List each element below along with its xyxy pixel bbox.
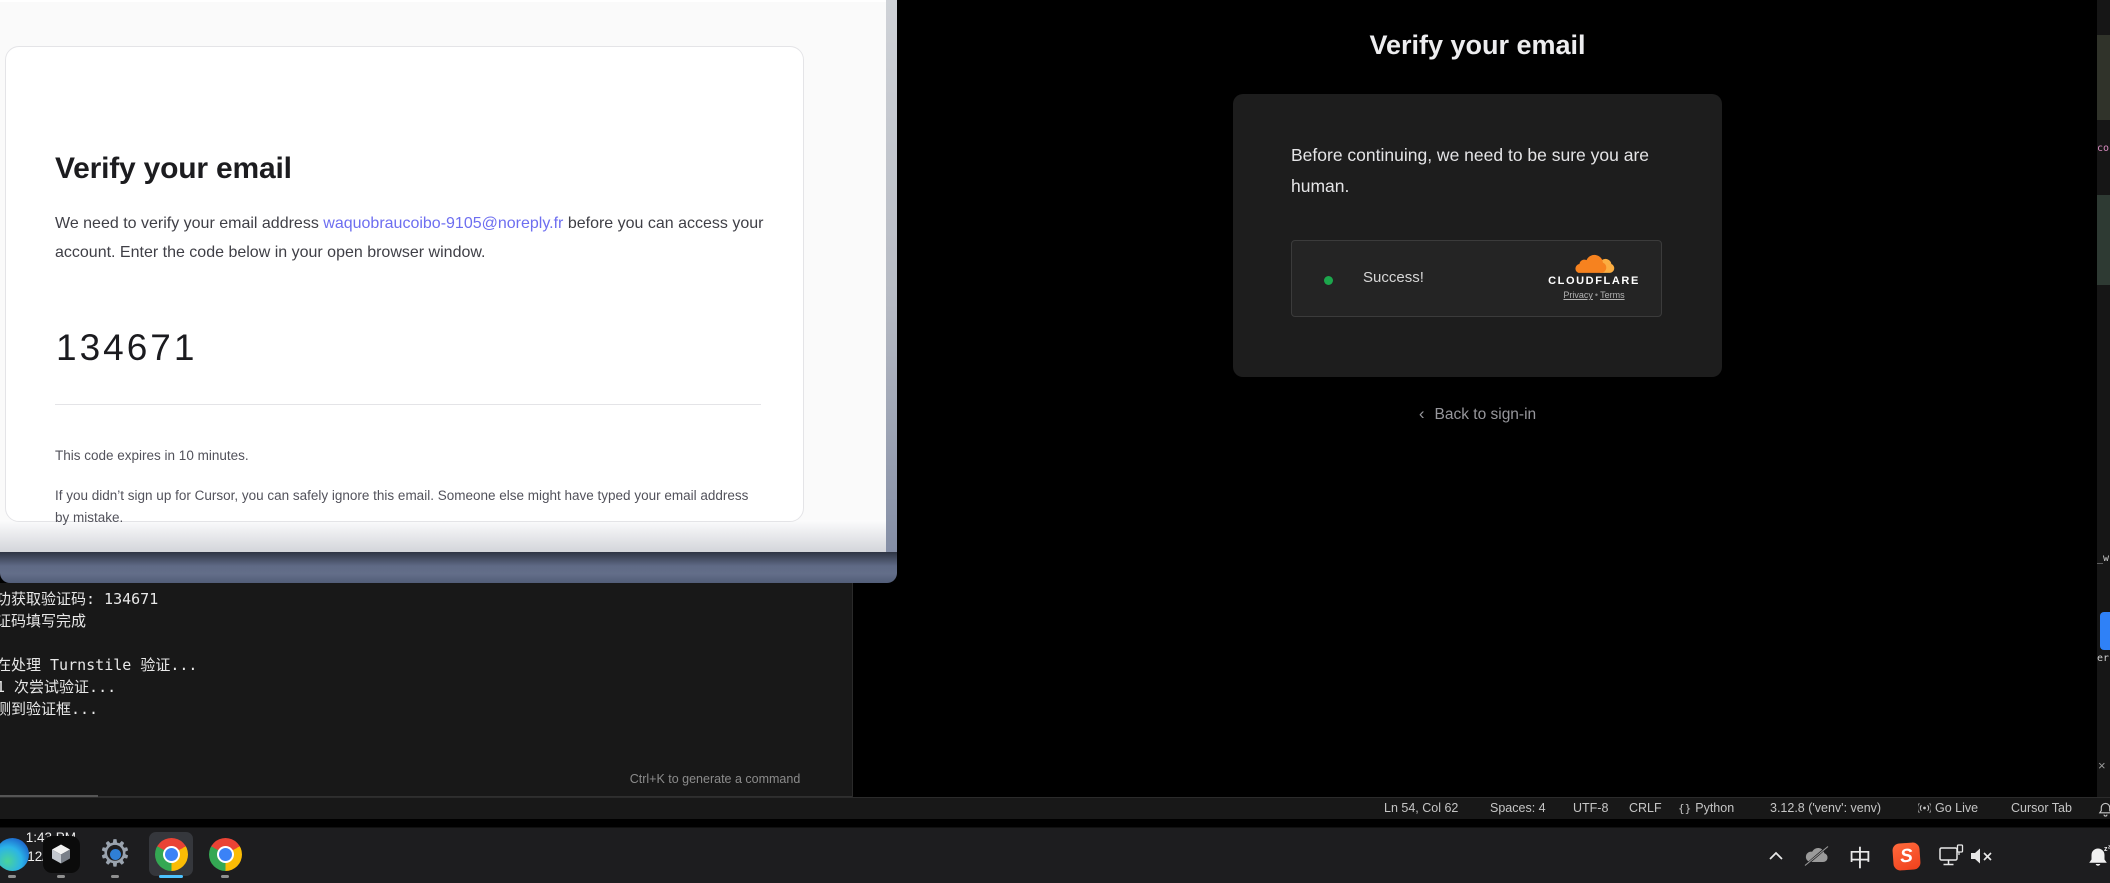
tray-sogou-button[interactable]: S [1892,840,1920,872]
email-address-link[interactable]: waquobraucoibo-9105@noreply.fr [323,215,563,232]
taskbar-chrome-button-active[interactable] [149,832,193,876]
chevron-left-icon: ‹ [1419,404,1425,424]
human-check-prompt: Before continuing, we need to be sure yo… [1291,140,1681,202]
back-to-signin-link[interactable]: ‹ Back to sign-in [1233,404,1722,424]
volume-muted-icon [1970,847,1994,865]
ime-chinese-icon: 中 [1849,839,1872,873]
taskbar: ⚙ 中 S 1:43 PM 2/12/2025 zz [0,827,2110,883]
tray-ime-button[interactable]: 中 [1846,840,1874,872]
indentation-indicator[interactable]: Spaces: 4 [1490,801,1546,815]
edge-icon [0,838,29,871]
terminal-line: 测到验证框... [0,698,98,719]
ethernet-monitor-icon [1938,844,1964,868]
terminal-line: 证码填写完成 [0,610,86,631]
email-window-bottom-bar [0,552,897,583]
cloudflare-wordmark: CLOUDFLARE [1544,275,1644,287]
success-dot-icon [1324,276,1333,285]
go-live-button[interactable]: Go Live [1918,801,1978,815]
turnstile-status: Success! [1363,269,1424,286]
cloudflare-branding: CLOUDFLARE Privacy•Terms [1544,253,1644,300]
running-indicator [111,875,119,878]
running-indicator [221,875,229,878]
desktop-screen: Verify your email We need to verify your… [0,0,2110,883]
code-fragment: er [2097,653,2109,664]
language-mode-indicator[interactable]: {} Python [1678,801,1734,815]
divider [55,404,761,405]
cloud-slash-icon [1804,846,1830,866]
tray-notifications-button[interactable]: zz [2086,841,2110,873]
tray-overflow-chevron[interactable] [1762,840,1790,872]
email-disclaimer: If you didn’t sign up for Cursor, you ca… [55,485,761,529]
code-highlight-block [2097,195,2110,285]
terminal-line: 在处理 Turnstile 验证... [0,654,197,675]
email-body: We need to verify your email address waq… [55,209,773,267]
terminal-line: 1 次尝试验证... [0,676,116,697]
taskbar-edge-button[interactable] [0,832,34,876]
privacy-link[interactable]: Privacy [1563,290,1593,300]
eol-indicator[interactable]: CRLF [1629,801,1662,815]
chevron-up-icon [1768,851,1784,861]
running-indicator [8,875,16,878]
code-expiry-note: This code expires in 10 minutes. [55,448,249,463]
cursor-tab-indicator[interactable]: Cursor Tab [2011,801,2072,815]
email-window-right-edge [886,0,897,552]
language-label: Python [1695,801,1734,815]
notifications-bell-icon[interactable] [2098,802,2110,820]
ctrl-k-hint: Ctrl+K to generate a command [555,772,875,786]
braces-icon: {} [1678,802,1691,815]
cursor-position-indicator[interactable]: Ln 54, Col 62 [1384,801,1458,815]
email-card: Verify your email We need to verify your… [5,46,804,522]
sogou-input-icon: S [1892,842,1921,871]
status-bar: Ln 54, Col 62 Spaces: 4 UTF-8 CRLF {} Pyt… [0,797,2110,819]
encoding-indicator[interactable]: UTF-8 [1573,801,1608,815]
active-running-indicator [159,875,183,878]
verify-page-title: Verify your email [1233,30,1722,61]
taskbar-chrome-button[interactable] [203,832,247,876]
taskbar-cursor-button[interactable] [39,832,83,876]
code-fragment: _w [2097,553,2109,564]
tray-onedrive-button[interactable] [1802,840,1832,872]
tray-volume-button[interactable] [1966,840,1998,872]
turnstile-widget[interactable]: Success! CLOUDFLARE Privacy•Terms [1291,240,1662,317]
go-live-label: Go Live [1935,801,1978,815]
chrome-icon [155,838,188,871]
cloudflare-cloud-icon [1570,253,1618,275]
running-indicator [57,875,65,878]
email-preview-window: Verify your email We need to verify your… [0,0,897,583]
code-highlight-block [2097,35,2110,120]
terminal-line: 功获取验证码: 134671 [0,588,158,609]
bell-dnd-icon: zz [2087,844,2110,870]
email-body-before: We need to verify your email address [55,215,323,232]
cursor-app-icon [43,836,80,873]
button-fragment [2100,612,2110,650]
link-separator: • [1595,290,1598,300]
tray-network-button[interactable] [1936,840,1966,872]
editor-window-sliver[interactable]: co _w er × [2097,0,2110,797]
close-icon[interactable]: × [2098,758,2106,773]
verification-code: 134671 [56,327,197,369]
verify-card: Before continuing, we need to be sure yo… [1233,94,1722,377]
broadcast-icon [1918,802,1931,814]
python-interpreter-indicator[interactable]: 3.12.8 ('venv': venv) [1770,801,1881,815]
terms-link[interactable]: Terms [1600,290,1625,300]
code-fragment: co [2097,143,2109,154]
terminal-panel[interactable]: 功获取验证码: 134671 证码填写完成 在处理 Turnstile 验证..… [0,583,853,797]
taskbar-settings-button[interactable]: ⚙ [93,832,137,876]
back-to-signin-label: Back to sign-in [1435,406,1537,423]
gear-icon: ⚙ [96,835,134,873]
chrome-icon [209,838,242,871]
email-title: Verify your email [55,152,292,186]
